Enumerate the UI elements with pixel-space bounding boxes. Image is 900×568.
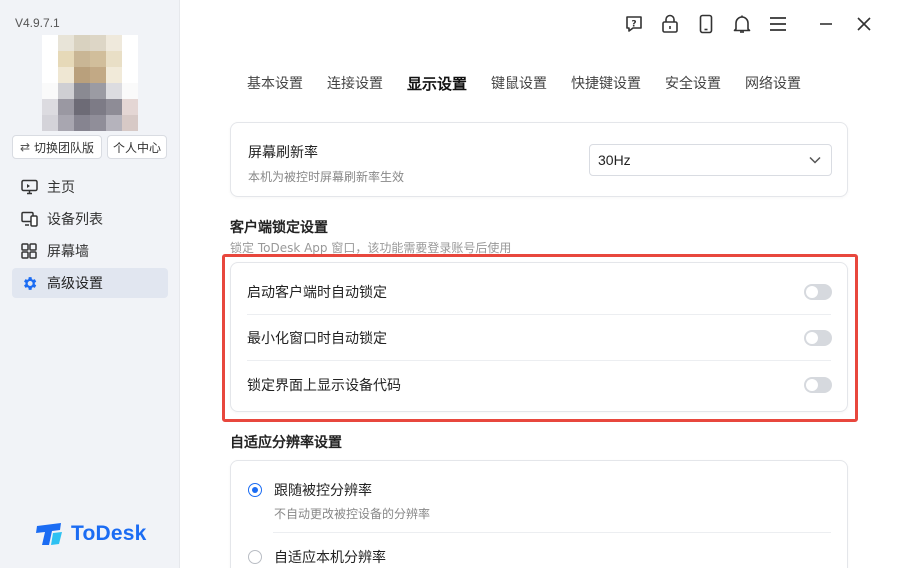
show-device-code-toggle[interactable] — [804, 377, 832, 393]
resolution-option-label: 自适应本机分辨率 — [274, 550, 386, 566]
switch-team-button[interactable]: ⇄ 切换团队版 — [12, 135, 102, 159]
bell-icon[interactable] — [724, 12, 760, 36]
tab-display-settings[interactable]: 显示设置 — [407, 73, 467, 94]
swap-icon: ⇄ — [19, 140, 31, 154]
refresh-rate-text: 屏幕刷新率 本机为被控时屏幕刷新率生效 — [248, 142, 404, 185]
resolution-option-sub: 不自动更改被控设备的分辨率 — [274, 507, 431, 521]
gear-icon — [20, 274, 38, 292]
client-lock-section-title: 客户端锁定设置 — [230, 220, 328, 236]
tab-keyboard-mouse-settings[interactable]: 键鼠设置 — [491, 73, 547, 94]
divider — [273, 532, 831, 533]
refresh-rate-card: 屏幕刷新率 本机为被控时屏幕刷新率生效 30Hz — [230, 122, 848, 197]
resolution-option-text: 跟随被控分辨率 不自动更改被控设备的分辨率 — [274, 480, 430, 522]
brand-name: ToDesk — [71, 522, 147, 545]
screen-wall-icon — [20, 242, 38, 260]
sidebar-item-label: 主页 — [47, 180, 75, 196]
resolution-option-adaptive-local[interactable]: 自适应本机分辨率 — [248, 547, 386, 567]
resolution-option-label: 跟随被控分辨率 — [274, 483, 372, 499]
refresh-rate-value: 30Hz — [598, 152, 631, 168]
sidebar-item-label: 高级设置 — [47, 276, 103, 292]
device-list-icon — [20, 210, 38, 228]
switch-team-label: 切换团队版 — [34, 140, 95, 155]
client-lock-section-desc: 锁定 ToDesk App 窗口，该功能需要登录账号后使用 — [230, 241, 512, 255]
sidebar-item-advanced-settings[interactable]: 高级设置 — [12, 268, 168, 298]
radio-follow-remote[interactable] — [248, 483, 262, 497]
lock-row-label: 最小化窗口时自动锁定 — [247, 330, 387, 347]
version-label: V4.9.7.1 — [15, 16, 60, 30]
chevron-down-icon — [809, 156, 821, 164]
sidebar-item-screen-wall[interactable]: 屏幕墙 — [12, 236, 168, 266]
sidebar-item-label: 屏幕墙 — [47, 244, 89, 260]
sidebar-item-devices[interactable]: 设备列表 — [12, 204, 168, 234]
todesk-logo-icon — [36, 523, 62, 545]
resolution-option-text: 自适应本机分辨率 — [274, 547, 386, 567]
tab-basic-settings[interactable]: 基本设置 — [247, 73, 303, 94]
tab-connection-settings[interactable]: 连接设置 — [327, 73, 383, 94]
help-icon[interactable]: ? — [616, 12, 652, 36]
client-lock-card: 启动客户端时自动锁定 最小化窗口时自动锁定 锁定界面上显示设备代码 — [230, 262, 848, 412]
lock-icon[interactable] — [652, 12, 688, 36]
menu-icon[interactable] — [760, 12, 796, 36]
sidebar-item-label: 设备列表 — [47, 212, 103, 228]
sidebar-item-home[interactable]: 主页 — [12, 172, 168, 202]
sidebar-nav: 主页 设备列表 屏幕墙 高级设置 — [12, 172, 168, 300]
phone-icon[interactable] — [688, 12, 724, 36]
personal-center-button[interactable]: 个人中心 — [107, 135, 167, 159]
refresh-rate-select[interactable]: 30Hz — [589, 144, 832, 176]
lock-row-on-startup: 启动客户端时自动锁定 — [247, 269, 832, 315]
lock-row-show-device-code: 锁定界面上显示设备代码 — [247, 362, 832, 408]
tab-shortcut-settings[interactable]: 快捷键设置 — [571, 73, 641, 94]
resolution-card: 跟随被控分辨率 不自动更改被控设备的分辨率 自适应本机分辨率 — [230, 460, 848, 568]
svg-text:?: ? — [631, 20, 636, 30]
lock-on-minimize-toggle[interactable] — [804, 329, 832, 346]
minimize-icon[interactable] — [814, 12, 838, 36]
resolution-option-follow-remote[interactable]: 跟随被控分辨率 不自动更改被控设备的分辨率 — [248, 480, 430, 522]
settings-tabs: 基本设置 连接设置 显示设置 键鼠设置 快捷键设置 安全设置 网络设置 — [247, 73, 825, 94]
home-monitor-icon — [20, 178, 38, 196]
tab-network-settings[interactable]: 网络设置 — [745, 73, 801, 94]
refresh-rate-title: 屏幕刷新率 — [248, 145, 318, 161]
lock-row-on-minimize: 最小化窗口时自动锁定 — [247, 315, 832, 361]
radio-adaptive-local[interactable] — [248, 550, 262, 564]
avatar[interactable] — [42, 35, 138, 131]
topbar-icons: ? — [616, 12, 796, 36]
lock-row-label: 锁定界面上显示设备代码 — [247, 378, 401, 394]
close-icon[interactable] — [852, 12, 876, 36]
tab-security-settings[interactable]: 安全设置 — [665, 73, 721, 94]
lock-on-startup-toggle[interactable] — [804, 283, 832, 300]
refresh-rate-subtitle: 本机为被控时屏幕刷新率生效 — [248, 170, 405, 184]
resolution-section-title: 自适应分辨率设置 — [230, 435, 342, 451]
lock-row-label: 启动客户端时自动锁定 — [247, 284, 387, 301]
todesk-logo: ToDesk — [35, 522, 147, 546]
sidebar: V4.9.7.1 ⇄ 切换团队版 个人中心 主页 设备列表 屏幕墙 高级设置 T… — [0, 0, 180, 568]
window-controls — [814, 12, 876, 36]
